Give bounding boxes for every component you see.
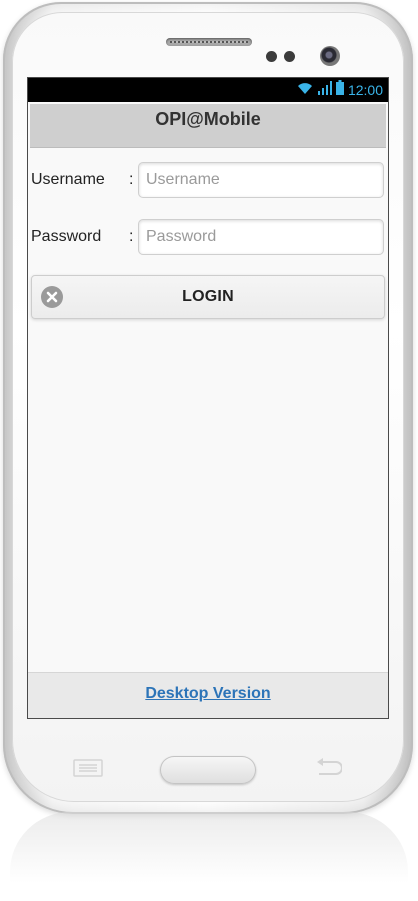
login-button[interactable]: LOGIN [31,275,385,319]
password-row: Password : [28,219,388,257]
earpiece-speaker [166,38,252,46]
menu-key-icon[interactable] [73,759,103,777]
username-colon: : [129,171,134,188]
wifi-icon [296,81,314,100]
password-colon: : [129,228,134,245]
back-key-icon[interactable] [314,758,343,778]
password-label: Password [31,228,102,245]
proximity-sensor [266,51,277,62]
username-row: Username : [28,162,388,200]
password-input[interactable] [138,219,384,255]
username-label: Username [31,171,105,188]
desktop-version-link[interactable]: Desktop Version [145,685,270,702]
status-icons: 12:00 [296,80,383,100]
username-input[interactable] [138,162,384,198]
signal-icon [317,80,332,100]
status-bar: 12:00 [28,78,388,102]
page-title: OPI@Mobile [155,109,261,129]
phone-reflection [10,812,408,901]
battery-icon [335,80,344,100]
home-button[interactable] [160,756,256,784]
close-circle-icon [41,286,63,308]
login-label: LOGIN [182,288,234,305]
status-time: 12:00 [347,82,383,98]
front-camera [320,46,340,66]
app-header: OPI@Mobile [30,104,386,148]
footer: Desktop Version [28,672,388,718]
light-sensor [284,51,295,62]
screen: 12:00 OPI@Mobile Username : Password : L… [27,77,389,719]
